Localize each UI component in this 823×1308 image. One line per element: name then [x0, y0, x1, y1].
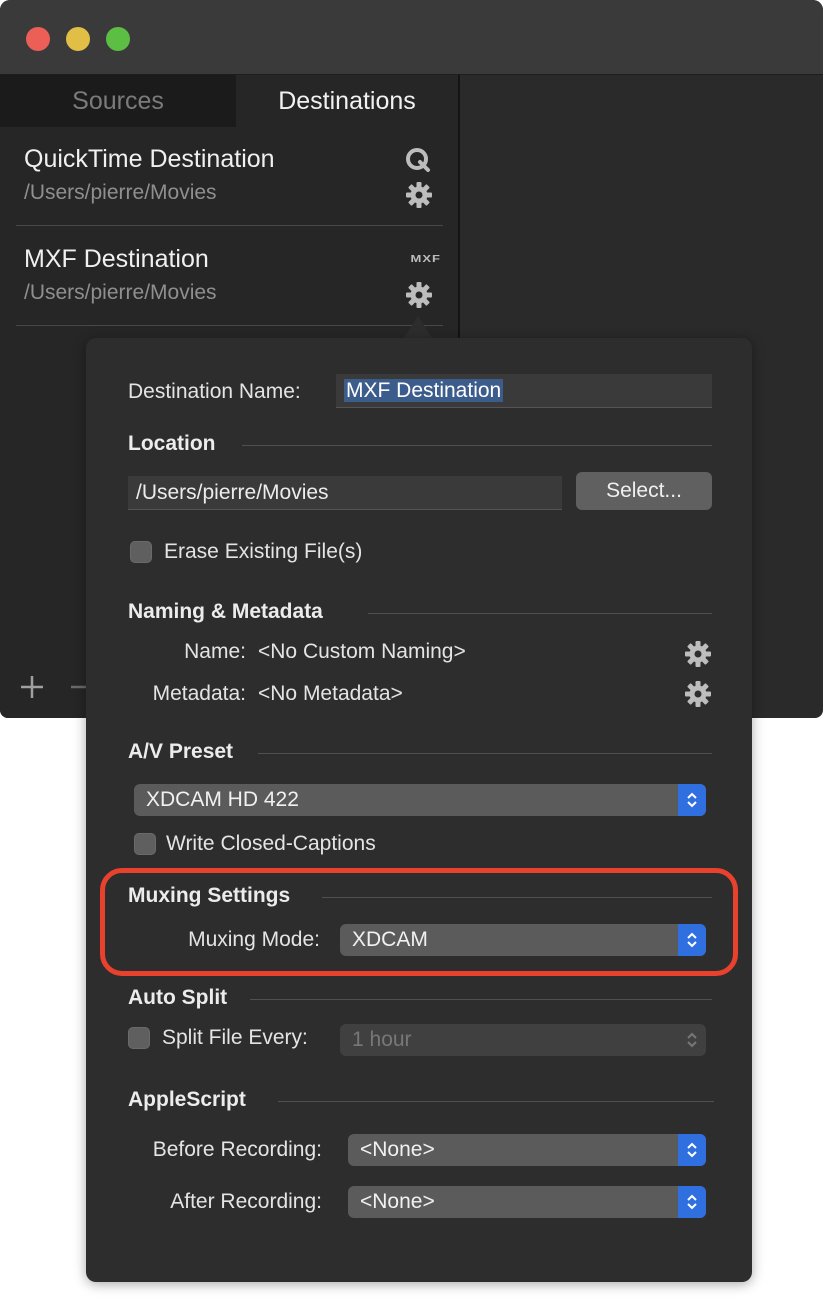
destination-name-value: MXF Destination	[344, 379, 504, 402]
av-preset-stepper	[678, 784, 706, 816]
closed-captions-checkbox[interactable]	[134, 833, 156, 855]
erase-existing-checkbox[interactable]	[130, 541, 152, 563]
destination-path: /Users/pierre/Movies	[24, 181, 217, 204]
destination-title: MXF Destination	[24, 245, 209, 273]
select-location-button[interactable]: Select...	[576, 472, 712, 510]
section-divider	[258, 753, 712, 754]
chevron-updown-icon	[687, 1194, 697, 1210]
destination-settings-popover: Destination Name: MXF Destination Locati…	[86, 338, 752, 1282]
gear-icon[interactable]	[405, 281, 433, 309]
section-applescript-title: AppleScript	[128, 1088, 246, 1111]
av-preset-select[interactable]: XDCAM HD 422	[134, 784, 706, 816]
section-divider	[250, 999, 712, 1000]
minimize-window-button[interactable]	[66, 27, 90, 51]
before-recording-select[interactable]: <None>	[348, 1134, 706, 1166]
split-file-checkbox[interactable]	[128, 1027, 150, 1049]
section-auto-split-title: Auto Split	[128, 986, 228, 1009]
split-interval-stepper	[678, 1024, 706, 1056]
quicktime-icon	[406, 148, 430, 172]
closed-captions-label: Write Closed-Captions	[166, 832, 376, 855]
zoom-window-button[interactable]	[106, 27, 130, 51]
naming-gear-icon[interactable]	[684, 640, 712, 668]
chevron-updown-icon	[687, 1032, 697, 1048]
chevron-updown-icon	[687, 792, 697, 808]
naming-metadata-label: Metadata:	[152, 682, 246, 705]
after-recording-stepper	[678, 1186, 706, 1218]
metadata-gear-icon[interactable]	[684, 680, 712, 708]
split-interval-select[interactable]: 1 hour	[340, 1024, 706, 1056]
before-recording-label: Before Recording:	[152, 1138, 322, 1161]
naming-name-label: Name:	[184, 640, 246, 663]
section-divider	[242, 445, 712, 446]
destination-item-quicktime[interactable]: QuickTime Destination /Users/pierre/Movi…	[16, 127, 443, 226]
section-av-preset-title: A/V Preset	[128, 740, 234, 763]
add-destination-button[interactable]	[18, 673, 46, 701]
popover-arrow	[404, 316, 432, 338]
erase-existing-label: Erase Existing File(s)	[164, 540, 363, 563]
gear-icon[interactable]	[405, 181, 433, 209]
section-location-title: Location	[128, 432, 216, 455]
title-bar	[0, 0, 823, 75]
destination-item-mxf[interactable]: MXF Destination /Users/pierre/Movies MXF	[16, 227, 443, 326]
before-recording-stepper	[678, 1134, 706, 1166]
av-preset-value: XDCAM HD 422	[146, 788, 299, 811]
section-naming-title: Naming & Metadata	[128, 600, 323, 623]
split-interval-value: 1 hour	[352, 1028, 412, 1051]
muxing-settings-highlight	[100, 868, 738, 976]
chevron-updown-icon	[687, 1142, 697, 1158]
split-file-label: Split File Every:	[162, 1026, 308, 1049]
after-recording-value: <None>	[360, 1190, 435, 1213]
destination-name-label: Destination Name:	[128, 380, 301, 403]
section-divider	[278, 1101, 714, 1102]
tab-destinations[interactable]: Destinations	[236, 75, 458, 127]
naming-metadata-value: <No Metadata>	[258, 682, 403, 705]
after-recording-select[interactable]: <None>	[348, 1186, 706, 1218]
close-window-button[interactable]	[26, 27, 50, 51]
destination-path: /Users/pierre/Movies	[24, 281, 217, 304]
destination-name-field[interactable]: MXF Destination	[336, 374, 712, 408]
location-path-field[interactable]: /Users/pierre/Movies	[128, 476, 562, 510]
after-recording-label: After Recording:	[170, 1190, 322, 1213]
section-divider	[368, 613, 712, 614]
destination-title: QuickTime Destination	[24, 145, 275, 173]
tab-sources[interactable]: Sources	[0, 75, 236, 127]
before-recording-value: <None>	[360, 1138, 435, 1161]
mxf-icon: MXF	[410, 252, 441, 265]
sidebar-tabs: Sources Destinations	[0, 75, 458, 127]
naming-name-value: <No Custom Naming>	[258, 640, 466, 663]
